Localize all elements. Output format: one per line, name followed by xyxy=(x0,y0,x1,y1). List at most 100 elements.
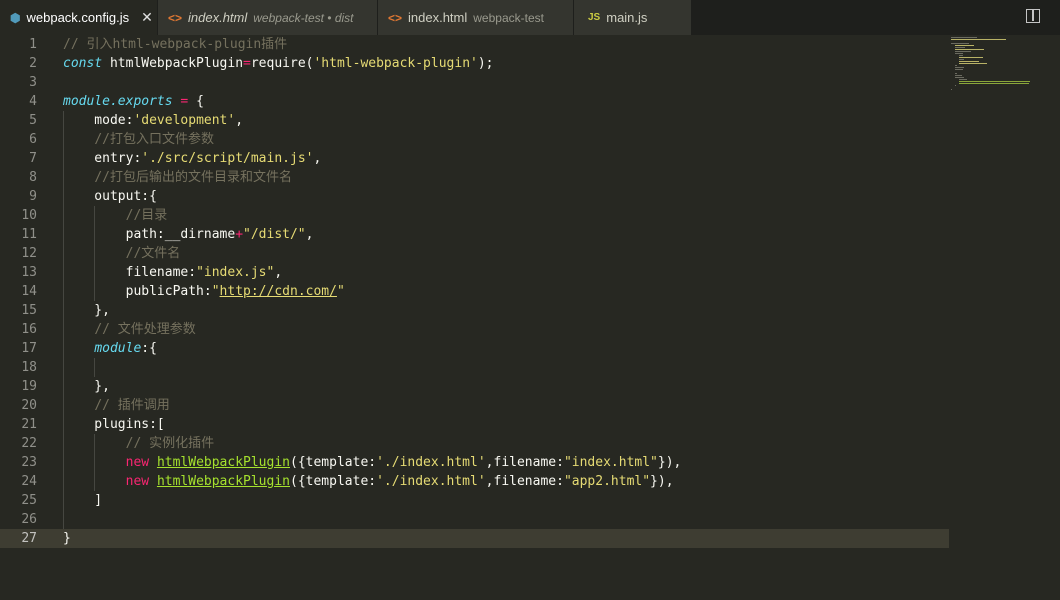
line-number: 18 xyxy=(21,360,37,375)
line-number: 1 xyxy=(29,37,37,52)
code-text: new htmlWebpackPlugin({template:'./index… xyxy=(125,474,674,489)
code-line[interactable]: 15 }, xyxy=(0,301,949,320)
code-text: const htmlWebpackPlugin=require('html-we… xyxy=(63,56,494,71)
minimap-line xyxy=(955,75,962,76)
code-text: // 插件调用 xyxy=(94,398,170,413)
line-number: 7 xyxy=(29,151,37,166)
tab-title: index.html xyxy=(408,10,468,25)
tab-index-html-dist[interactable]: <> index.html webpack-test • dist xyxy=(158,0,378,35)
code-line[interactable]: 12 //文件名 xyxy=(0,244,949,263)
code-text: mode:'development', xyxy=(63,113,244,128)
code-line[interactable]: 11 path:__dirname+"/dist/", xyxy=(0,225,949,244)
minimap-line xyxy=(955,77,964,78)
code-line[interactable]: 6 //打包入口文件参数 xyxy=(0,130,949,149)
code-line[interactable]: 4 module.exports = { xyxy=(0,92,949,111)
close-icon[interactable]: ✕ xyxy=(141,9,153,26)
code-line[interactable]: 3 xyxy=(0,73,949,92)
tab-description: webpack-test xyxy=(473,10,544,25)
minimap-line xyxy=(955,65,957,66)
minimap-line xyxy=(955,51,971,52)
line-number: 21 xyxy=(21,417,37,432)
line-number: 25 xyxy=(21,493,37,508)
tab-title: webpack.config.js xyxy=(26,10,130,25)
minimap-line xyxy=(959,59,964,60)
code-line[interactable]: 2 const htmlWebpackPlugin=require('html-w… xyxy=(0,54,949,73)
code-line[interactable]: 9 output:{ xyxy=(0,187,949,206)
code-text: //目录 xyxy=(125,208,168,223)
code-text: }, xyxy=(63,379,110,394)
line-number: 15 xyxy=(21,303,37,318)
code-line[interactable]: 20 // 插件调用 xyxy=(0,396,949,415)
minimap-line xyxy=(959,57,983,58)
minimap-line xyxy=(955,67,964,68)
tab-description: webpack-test • dist xyxy=(253,10,354,25)
line-number: 9 xyxy=(29,189,37,204)
js-file-icon: JS xyxy=(588,12,601,23)
line-number: 11 xyxy=(21,227,37,242)
indent-guide xyxy=(94,358,96,377)
minimap[interactable] xyxy=(949,35,1060,95)
code-line[interactable]: 19 }, xyxy=(0,377,949,396)
code-text: ] xyxy=(63,493,103,508)
line-number: 20 xyxy=(21,398,37,413)
code-line[interactable]: 10 //目录 xyxy=(0,206,949,225)
code-text: } xyxy=(63,531,71,546)
minimap-line xyxy=(951,37,977,38)
tab-title: index.html xyxy=(188,10,248,25)
code-text: path:__dirname+"/dist/", xyxy=(63,227,314,242)
code-line[interactable]: 22 // 实例化插件 xyxy=(0,434,949,453)
code-line[interactable]: 23 new htmlWebpackPlugin({template:'./in… xyxy=(0,453,949,472)
minimap-line xyxy=(959,79,967,80)
html-file-icon: <> xyxy=(388,10,403,25)
code-line[interactable]: 25 ] xyxy=(0,491,949,510)
line-number: 6 xyxy=(29,132,37,147)
code-text: //文件名 xyxy=(125,246,181,261)
minimap-line xyxy=(951,89,952,90)
line-number: 8 xyxy=(29,170,37,185)
line-number: 27 xyxy=(21,531,37,546)
code-text: // 文件处理参数 xyxy=(94,322,196,337)
line-number: 16 xyxy=(21,322,37,337)
code-line[interactable]: 7 entry:'./src/script/main.js', xyxy=(0,149,949,168)
line-number: 22 xyxy=(21,436,37,451)
line-number: 12 xyxy=(21,246,37,261)
minimap-line xyxy=(955,53,963,54)
tab-webpack-config[interactable]: ⬢ webpack.config.js ✕ xyxy=(0,0,158,35)
code-line[interactable]: 18 xyxy=(0,358,949,377)
line-number: 2 xyxy=(29,56,37,71)
code-text: entry:'./src/script/main.js', xyxy=(63,151,322,166)
code-line[interactable]: 5 mode:'development', xyxy=(0,111,949,130)
code-line[interactable]: 17 module:{ xyxy=(0,339,949,358)
code-text: module:{ xyxy=(94,341,157,356)
code-line[interactable]: 27} xyxy=(0,529,949,548)
code-line[interactable]: 24 new htmlWebpackPlugin({template:'./in… xyxy=(0,472,949,491)
code-editor[interactable]: 1 // 引入html-webpack-plugin插件 2 const htmlWe… xyxy=(0,35,1060,600)
indent-guide xyxy=(94,206,96,301)
minimap-line xyxy=(955,73,957,74)
line-number: 26 xyxy=(21,512,37,527)
code-text: // 引入html-webpack-plugin插件 xyxy=(63,37,288,52)
line-number: 24 xyxy=(21,474,37,489)
line-number: 5 xyxy=(29,113,37,128)
code-line[interactable]: 26 xyxy=(0,510,949,529)
minimap-line xyxy=(959,55,963,56)
code-line[interactable]: 1 // 引入html-webpack-plugin插件 xyxy=(0,35,949,54)
code-text: // 实例化插件 xyxy=(125,436,215,451)
line-number: 13 xyxy=(21,265,37,280)
code-line[interactable]: 16 // 文件处理参数 xyxy=(0,320,949,339)
minimap-line xyxy=(951,39,1006,40)
tab-main-js[interactable]: JS main.js xyxy=(574,0,692,35)
split-editor-icon[interactable] xyxy=(1026,9,1040,23)
code-text: plugins:[ xyxy=(63,417,165,432)
code-text: publicPath:"http://cdn.com/" xyxy=(63,284,345,299)
code-line[interactable]: 21 plugins:[ xyxy=(0,415,949,434)
minimap-line xyxy=(959,63,987,64)
code-line[interactable]: 13 filename:"index.js", xyxy=(0,263,949,282)
minimap-line xyxy=(955,45,974,46)
code-line[interactable]: 8 //打包后输出的文件目录和文件名 xyxy=(0,168,949,187)
tab-index-html[interactable]: <> index.html webpack-test xyxy=(378,0,574,35)
tab-bar: ⬢ webpack.config.js ✕ <> index.html webp… xyxy=(0,0,1060,35)
line-number: 19 xyxy=(21,379,37,394)
code-line[interactable]: 14 publicPath:"http://cdn.com/" xyxy=(0,282,949,301)
minimap-line xyxy=(959,81,1030,82)
